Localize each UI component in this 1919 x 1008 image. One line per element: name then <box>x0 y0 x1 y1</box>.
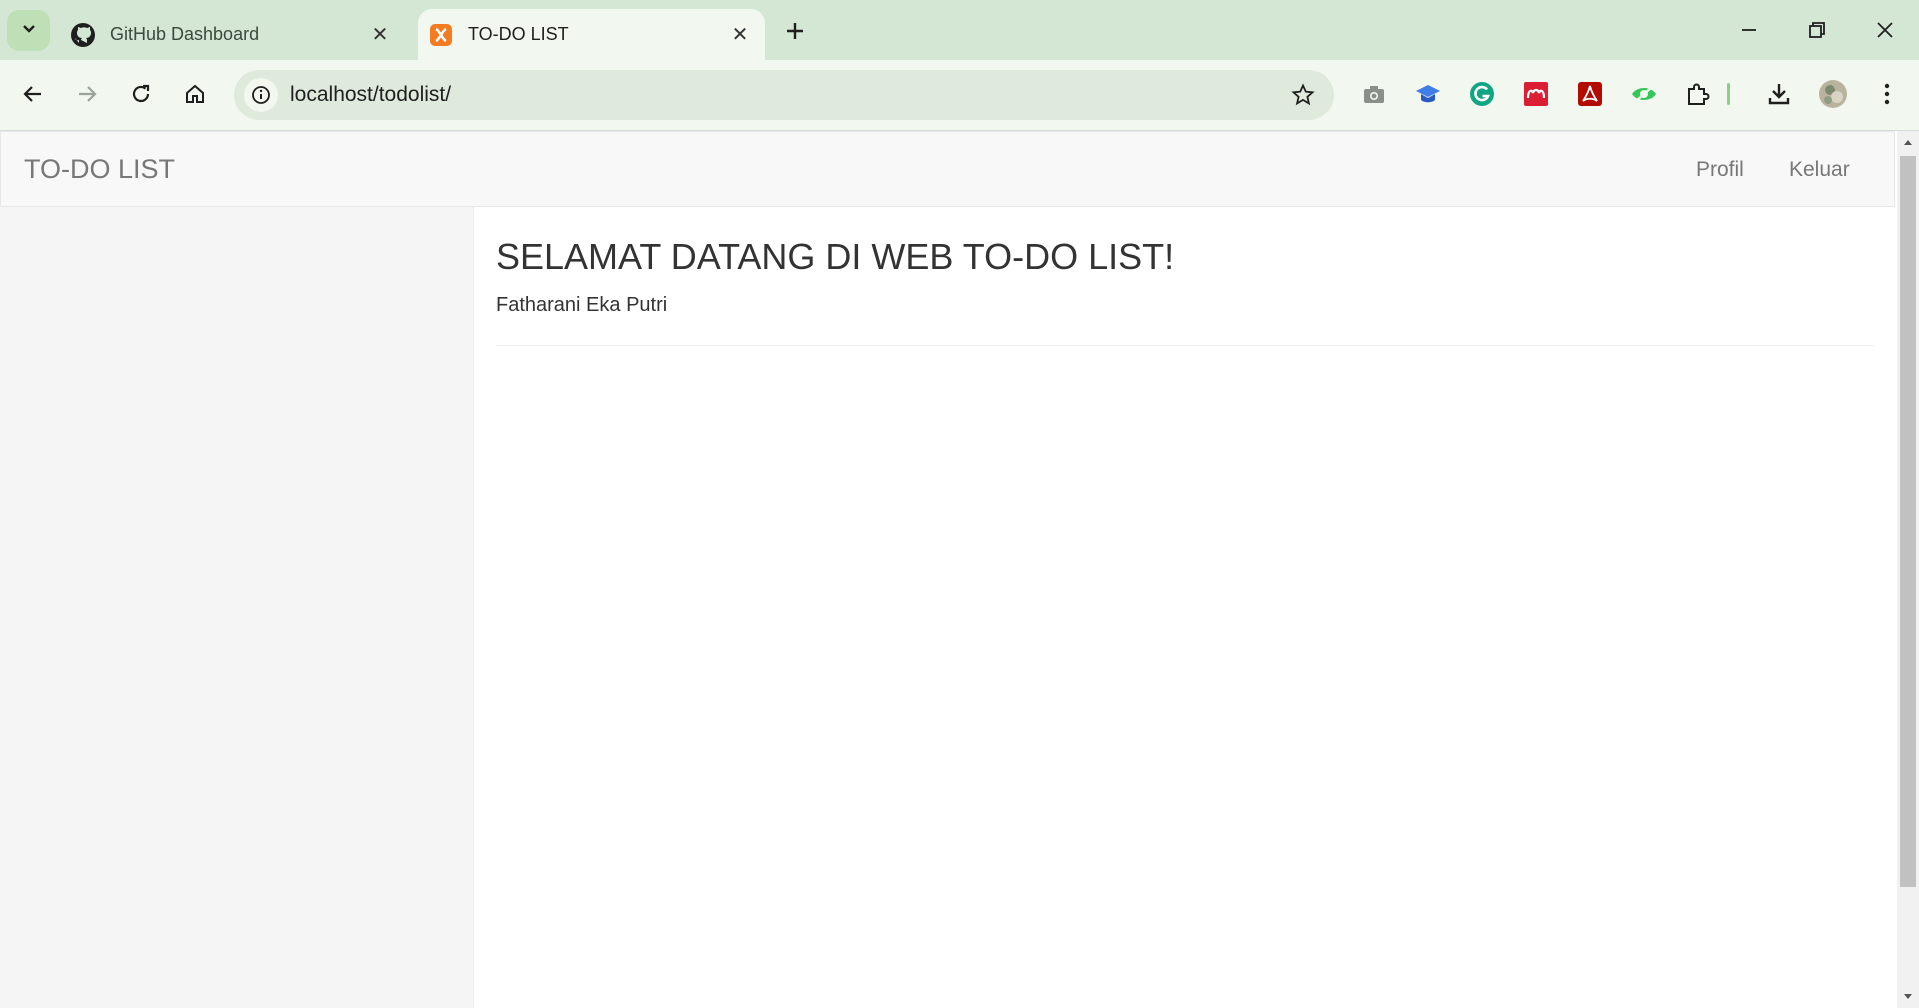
arrow-left-icon <box>23 86 41 102</box>
tab-github-dashboard[interactable]: GitHub Dashboard ✕ <box>60 9 405 60</box>
xampp-icon <box>428 22 454 48</box>
chevron-down-icon <box>20 19 38 42</box>
main-content: SELAMAT DATANG DI WEB TO-DO LIST! Fathar… <box>474 207 1895 1008</box>
reload-button[interactable] <box>120 73 162 115</box>
address-url[interactable]: localhost/todolist/ <box>290 83 451 107</box>
tab-todo-list[interactable]: TO-DO LIST ✕ <box>418 9 765 60</box>
nav-link-keluar[interactable]: Keluar <box>1789 158 1850 182</box>
github-icon <box>70 22 96 48</box>
minimize-button[interactable] <box>1722 10 1776 50</box>
more-menu-icon[interactable] <box>1868 75 1906 113</box>
home-icon <box>186 84 204 103</box>
scroll-up-icon[interactable] <box>1897 133 1919 151</box>
mendeley-icon[interactable] <box>1517 75 1555 113</box>
minimize-icon <box>1742 29 1756 31</box>
grammarly-icon[interactable] <box>1463 75 1501 113</box>
new-tab-button[interactable] <box>778 14 812 48</box>
acrobat-icon[interactable] <box>1571 75 1609 113</box>
toolbar-divider <box>1720 75 1736 113</box>
eye-extension-icon[interactable] <box>1625 75 1663 113</box>
site-navbar: TO-DO LIST Profil Keluar <box>0 131 1895 207</box>
sidebar <box>0 207 474 1008</box>
home-button[interactable] <box>174 73 216 115</box>
nav-link-profil[interactable]: Profil <box>1696 158 1744 182</box>
restore-icon <box>1809 22 1825 38</box>
camera-icon[interactable] <box>1355 75 1393 113</box>
close-icon <box>1877 22 1893 38</box>
download-icon[interactable] <box>1760 75 1798 113</box>
reload-icon <box>132 84 150 103</box>
tab-label: GitHub Dashboard <box>110 24 260 44</box>
restore-button[interactable] <box>1790 10 1844 50</box>
avatar[interactable] <box>1814 75 1852 113</box>
page-title: SELAMAT DATANG DI WEB TO-DO LIST! <box>496 236 1175 277</box>
page-viewport: TO-DO LIST Profil Keluar SELAMAT DATANG … <box>0 131 1897 1008</box>
user-name: Fatharani Eka Putri <box>496 294 668 316</box>
close-icon[interactable]: ✕ <box>725 20 755 50</box>
mortarboard-icon[interactable] <box>1409 75 1447 113</box>
site-brand[interactable]: TO-DO LIST <box>24 154 175 185</box>
tab-strip: GitHub Dashboard ✕ TO-DO LIST ✕ <box>0 0 1919 60</box>
plus-icon <box>787 23 803 39</box>
address-bar[interactable]: localhost/todolist/ <box>234 70 1334 120</box>
bookmark-star-icon[interactable] <box>1286 78 1320 112</box>
tab-label: TO-DO LIST <box>468 24 569 44</box>
browser-toolbar: localhost/todolist/ <box>0 60 1919 131</box>
scroll-down-icon[interactable] <box>1897 988 1919 1006</box>
divider <box>496 345 1874 346</box>
scrollbar-thumb[interactable] <box>1900 156 1916 887</box>
site-info-icon[interactable] <box>244 78 278 112</box>
forward-button[interactable] <box>66 73 108 115</box>
arrow-right-icon <box>79 86 97 102</box>
puzzle-icon[interactable] <box>1679 75 1717 113</box>
close-window-button[interactable] <box>1858 10 1912 50</box>
tab-search-button[interactable] <box>7 10 50 51</box>
vertical-scrollbar[interactable] <box>1897 131 1919 1008</box>
close-icon[interactable]: ✕ <box>365 20 395 50</box>
back-button[interactable] <box>12 73 54 115</box>
